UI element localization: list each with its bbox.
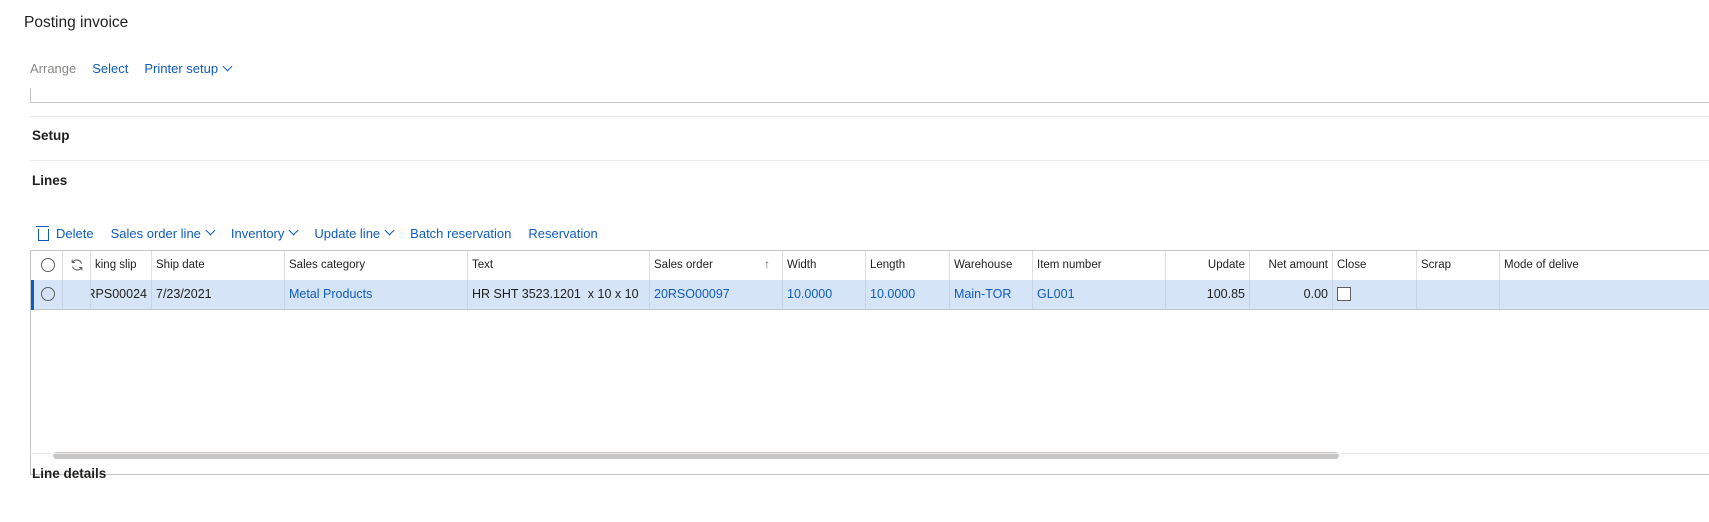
refresh-icon[interactable] bbox=[70, 258, 84, 272]
update-line-label: Update line bbox=[314, 226, 381, 241]
printer-setup-button[interactable]: Printer setup bbox=[144, 61, 233, 76]
col-sales-category[interactable]: Sales category bbox=[285, 251, 468, 280]
col-text[interactable]: Text bbox=[468, 251, 650, 280]
inventory-label: Inventory bbox=[230, 226, 285, 241]
reservation-button[interactable]: Reservation bbox=[528, 226, 597, 241]
cell-packing-slip[interactable]: RPS00024 bbox=[91, 280, 152, 309]
lines-toolbar: Delete Sales order line Inventory Update… bbox=[36, 225, 615, 241]
close-checkbox[interactable] bbox=[1337, 287, 1351, 301]
col-item-number[interactable]: Item number bbox=[1033, 251, 1166, 280]
chevron-down-icon bbox=[222, 61, 233, 72]
row-select-radio[interactable] bbox=[41, 287, 55, 301]
row-spacer-cell bbox=[63, 280, 91, 309]
batch-reservation-button[interactable]: Batch reservation bbox=[410, 226, 511, 241]
cell-sales-order-link[interactable]: 20RSO00097 bbox=[650, 280, 783, 309]
cell-warehouse-link[interactable]: Main-TOR bbox=[950, 280, 1033, 309]
table-row[interactable]: RPS00024 7/23/2021 Metal Products HR SHT… bbox=[31, 280, 1709, 310]
cell-close[interactable] bbox=[1333, 280, 1417, 309]
lines-grid: king slip Ship date Sales category Text … bbox=[30, 250, 1709, 475]
cell-text[interactable]: HR SHT 3523.1201 x 10 x 10 bbox=[468, 280, 650, 309]
sort-up-arrow-icon: ↑ bbox=[764, 257, 770, 271]
row-select-cell[interactable] bbox=[31, 280, 63, 309]
select-button[interactable]: Select bbox=[92, 61, 128, 76]
delete-label: Delete bbox=[56, 226, 94, 241]
cell-mode-of-delivery[interactable] bbox=[1500, 280, 1709, 309]
col-packing-slip[interactable]: king slip bbox=[91, 251, 152, 280]
grid-header: king slip Ship date Sales category Text … bbox=[31, 251, 1709, 281]
action-bar: Arrange Select Printer setup bbox=[30, 61, 247, 76]
divider bbox=[30, 160, 1709, 161]
delete-button[interactable]: Delete bbox=[36, 225, 94, 241]
arrange-button[interactable]: Arrange bbox=[30, 61, 76, 76]
col-net-amount[interactable]: Net amount bbox=[1250, 251, 1333, 280]
trash-icon bbox=[36, 225, 49, 241]
cell-net-amount[interactable]: 0.00 bbox=[1250, 280, 1333, 309]
select-all-radio[interactable] bbox=[41, 258, 55, 272]
page-title: Posting invoice bbox=[24, 14, 129, 31]
section-lines[interactable]: Lines bbox=[32, 173, 67, 188]
col-scrap[interactable]: Scrap bbox=[1417, 251, 1500, 280]
cell-ship-date[interactable]: 7/23/2021 bbox=[152, 280, 285, 309]
section-setup[interactable]: Setup bbox=[32, 128, 70, 143]
chevron-down-icon bbox=[384, 225, 395, 236]
col-mode-of-delivery[interactable]: Mode of delive bbox=[1500, 251, 1709, 280]
cell-width[interactable]: 10.0000 bbox=[783, 280, 866, 309]
sales-order-line-label: Sales order line bbox=[110, 226, 201, 241]
col-ship-date[interactable]: Ship date bbox=[152, 251, 285, 280]
chevron-down-icon bbox=[205, 225, 216, 236]
inventory-menu[interactable]: Inventory bbox=[230, 225, 299, 241]
col-sales-order-label: Sales order bbox=[654, 259, 713, 271]
cell-sales-category-link[interactable]: Metal Products bbox=[285, 280, 468, 309]
divider bbox=[30, 116, 1709, 117]
select-all-cell[interactable] bbox=[31, 251, 63, 280]
col-width[interactable]: Width bbox=[783, 251, 866, 280]
col-length[interactable]: Length bbox=[866, 251, 950, 280]
col-warehouse[interactable]: Warehouse bbox=[950, 251, 1033, 280]
cell-length[interactable]: 10.0000 bbox=[866, 280, 950, 309]
cell-item-number-link[interactable]: GL001 bbox=[1033, 280, 1166, 309]
selected-row-indicator bbox=[31, 280, 34, 310]
parameters-panel-edge bbox=[30, 88, 1709, 103]
divider bbox=[30, 453, 1709, 454]
chevron-down-icon bbox=[288, 225, 299, 236]
update-line-menu[interactable]: Update line bbox=[314, 225, 395, 241]
cell-scrap[interactable] bbox=[1417, 280, 1500, 309]
col-sales-order[interactable]: Sales order ↑ bbox=[650, 251, 783, 280]
refresh-cell[interactable] bbox=[63, 251, 91, 280]
section-line-details[interactable]: Line details bbox=[32, 466, 106, 481]
col-update[interactable]: Update bbox=[1166, 251, 1250, 280]
printer-setup-label: Printer setup bbox=[144, 61, 219, 76]
cell-update[interactable]: 100.85 bbox=[1166, 280, 1250, 309]
sales-order-line-menu[interactable]: Sales order line bbox=[110, 225, 216, 241]
col-close[interactable]: Close bbox=[1333, 251, 1417, 280]
